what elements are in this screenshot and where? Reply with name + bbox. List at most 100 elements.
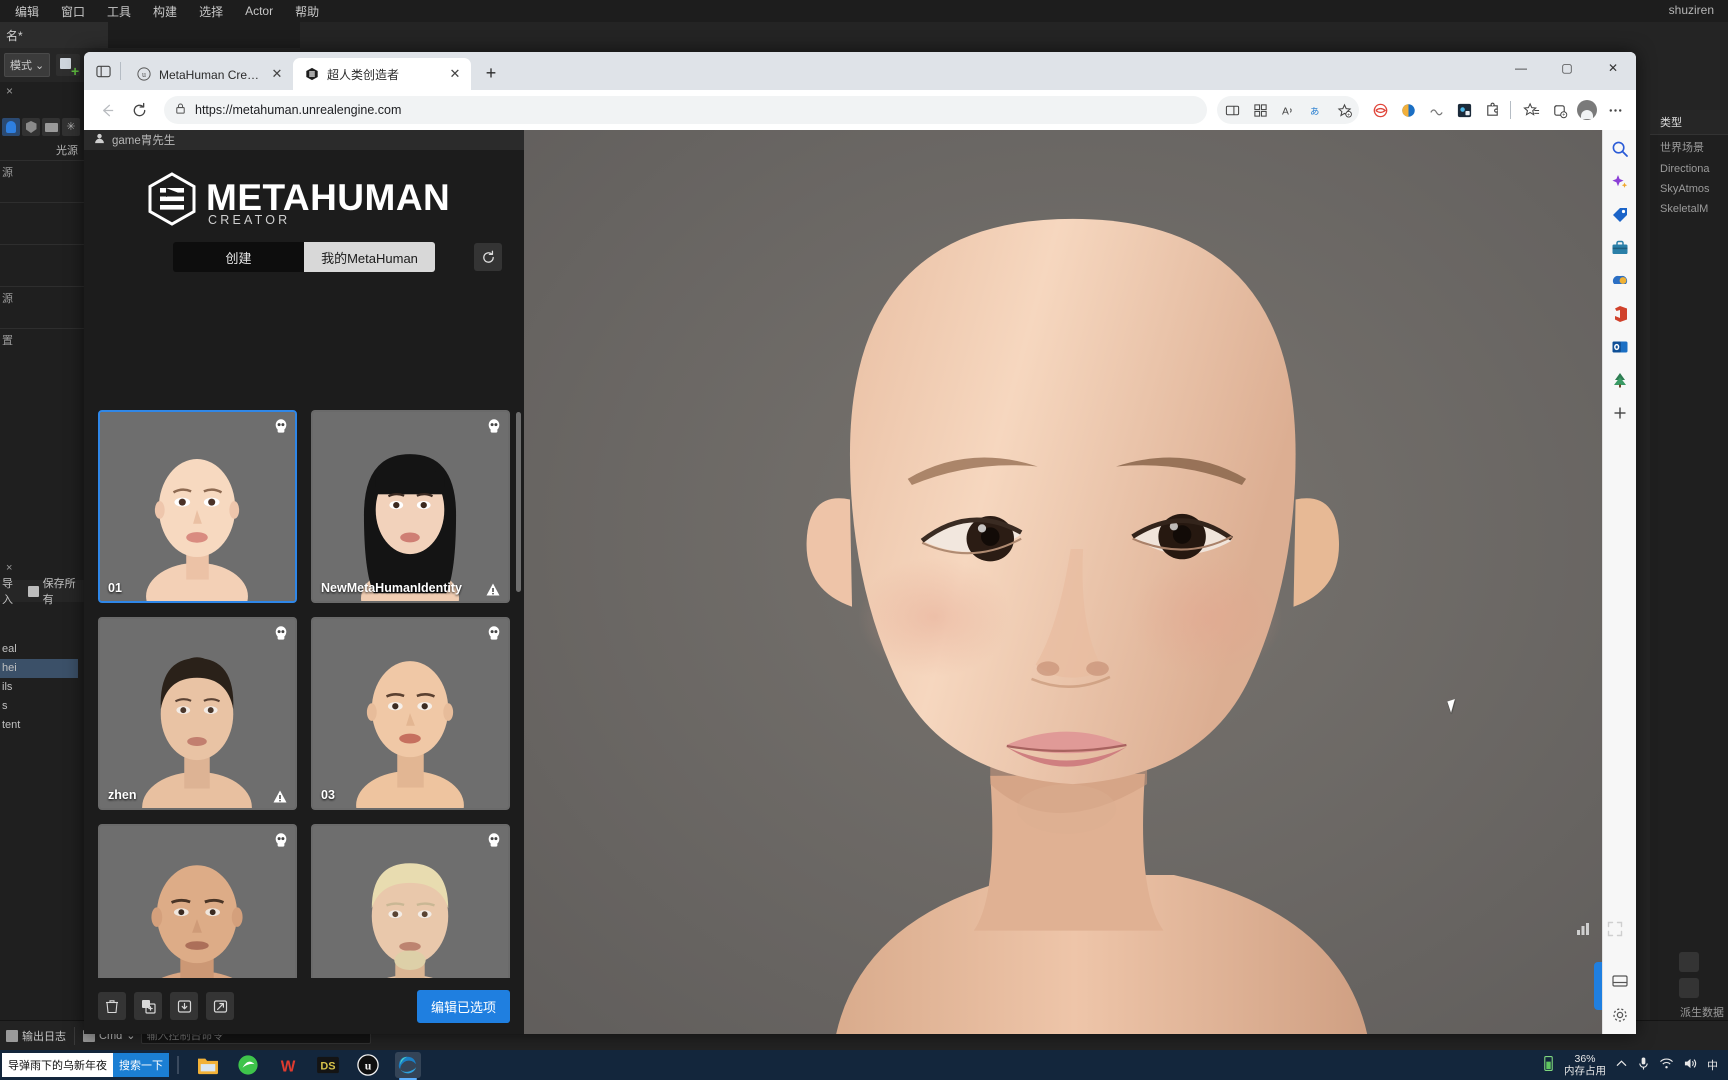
shapes-icon[interactable] — [22, 118, 40, 136]
outliner-item-3[interactable]: SkeletalM — [1650, 199, 1728, 219]
outliner-item-1[interactable]: Directiona — [1650, 159, 1728, 179]
screenshot-icon[interactable] — [1451, 97, 1477, 123]
outlook-icon[interactable] — [1609, 336, 1631, 358]
metahuman-card-03[interactable]: 03 — [311, 617, 510, 810]
download-button[interactable] — [170, 992, 198, 1020]
tab-actions-icon[interactable]: + — [1546, 97, 1572, 123]
reload-icon[interactable] — [124, 95, 154, 125]
chevron-up-icon[interactable] — [1615, 1057, 1628, 1073]
metahuman-card-01[interactable]: 01 — [98, 410, 297, 603]
ue-lp-row-4[interactable]: 源 — [2, 290, 13, 306]
ue-level-tab[interactable]: 名* — [0, 22, 108, 48]
profile-avatar[interactable] — [1574, 97, 1600, 123]
close-window-button[interactable]: ✕ — [1590, 52, 1636, 84]
tree-item-4[interactable]: tent — [0, 716, 78, 735]
tree-item-1[interactable]: hei — [0, 659, 78, 678]
tree-item-0[interactable]: eal — [0, 640, 78, 659]
settings-gear-icon[interactable] — [1679, 978, 1699, 998]
browser-essentials-icon[interactable] — [1395, 97, 1421, 123]
duplicate-button[interactable] — [134, 992, 162, 1020]
tree-item-3[interactable]: s — [0, 697, 78, 716]
ue-menu-tools[interactable]: 工具 — [96, 1, 142, 22]
wifi-icon[interactable] — [1659, 1057, 1674, 1073]
file-explorer-icon[interactable] — [195, 1052, 221, 1078]
outliner-item-2[interactable]: SkyAtmos — [1650, 179, 1728, 199]
outliner-item-0[interactable]: 世界场景 — [1650, 135, 1728, 159]
tab-sidebar-icon[interactable] — [88, 56, 118, 86]
ime-indicator[interactable]: 中 — [1707, 1057, 1718, 1073]
metahuman-card-grid-wrap[interactable]: 01 NewMetaHumanIdentity zhen 03 — [84, 410, 524, 978]
extensions-icon[interactable] — [1479, 97, 1505, 123]
browser-icon[interactable] — [235, 1052, 261, 1078]
ds-icon[interactable]: DS — [315, 1052, 341, 1078]
scrollbar-thumb[interactable] — [516, 412, 521, 592]
unreal-engine-icon[interactable]: u — [355, 1052, 381, 1078]
add-icon[interactable] — [1609, 402, 1631, 424]
visual-effects-icon[interactable]: ✳ — [62, 118, 80, 136]
read-aloud-icon[interactable]: A — [1275, 97, 1301, 123]
metahuman-card-zhen[interactable]: zhen — [98, 617, 297, 810]
ue-menu-select[interactable]: 选择 — [188, 1, 234, 22]
favorites-icon[interactable] — [1518, 97, 1544, 123]
settings-gear-icon[interactable] — [1609, 1004, 1631, 1026]
games-icon[interactable] — [1609, 270, 1631, 292]
browser-tab-1[interactable]: 超人类创造者 ✕ — [293, 58, 471, 90]
tools-icon[interactable] — [1609, 237, 1631, 259]
screenshot-icon[interactable] — [1679, 952, 1699, 972]
office-icon[interactable] — [1609, 303, 1631, 325]
ue-lp-row-0[interactable]: 源 — [2, 164, 13, 180]
close-icon[interactable]: ✕ — [447, 66, 463, 82]
taskbar-news-widget[interactable]: 导弹雨下的乌新年夜 搜索一下 — [2, 1051, 169, 1079]
ue-mode-dropdown[interactable]: 模式 ⌄ — [4, 53, 51, 77]
edit-selected-button[interactable]: 编辑已选项 — [416, 989, 510, 1023]
settings-more-icon[interactable] — [1602, 97, 1628, 123]
metahuman-card-newmetahumanidentity[interactable]: NewMetaHumanIdentity — [311, 410, 510, 603]
drop-icon[interactable] — [1423, 97, 1449, 123]
close-icon[interactable]: ✕ — [269, 66, 285, 82]
search-icon[interactable] — [1609, 138, 1631, 160]
wps-icon[interactable]: W — [275, 1052, 301, 1078]
split-pane-icon[interactable] — [1609, 970, 1631, 992]
tree-icon[interactable] — [1609, 369, 1631, 391]
shopping-tag-icon[interactable] — [1609, 204, 1631, 226]
translate-icon[interactable]: あ — [1303, 97, 1329, 123]
tab-my-metahuman[interactable]: 我的MetaHuman — [304, 242, 435, 272]
edge-icon[interactable] — [395, 1052, 421, 1080]
ue-menu-help[interactable]: 帮助 — [284, 1, 330, 22]
export-button[interactable] — [206, 992, 234, 1020]
search-button[interactable]: 搜索一下 — [113, 1053, 169, 1077]
new-tab-button[interactable]: + — [477, 59, 505, 87]
ue-menu-build[interactable]: 构建 — [142, 1, 188, 22]
light-icon[interactable] — [2, 118, 20, 136]
browser-tab-0[interactable]: u MetaHuman Creator | 虚幻引擎 ✕ — [125, 58, 293, 90]
cinematic-icon[interactable] — [42, 118, 60, 136]
output-log-button[interactable]: 输出日志 — [6, 1028, 66, 1044]
tab-create[interactable]: 创建 — [173, 242, 304, 272]
minimize-button[interactable]: — — [1498, 52, 1544, 84]
metahuman-card-js[interactable]: JS — [311, 824, 510, 978]
ue-content-browser-close[interactable]: × — [6, 562, 12, 574]
metahuman-card-hudson[interactable]: Hudson — [98, 824, 297, 978]
refresh-icon[interactable] — [474, 243, 502, 271]
ue-add-actor-button[interactable] — [56, 54, 81, 78]
stats-icon[interactable] — [1575, 921, 1591, 942]
ue-user-label[interactable]: shuziren — [1669, 3, 1714, 17]
fullscreen-icon[interactable] — [1607, 921, 1623, 942]
copilot-sparkle-icon[interactable] — [1609, 171, 1631, 193]
metahuman-3d-viewport[interactable]: 1.3.0-23248744 45e96787-07bf-3a55-5c73-4… — [524, 130, 1636, 1034]
news-headline[interactable]: 导弹雨下的乌新年夜 — [2, 1053, 113, 1077]
ue-menu-window[interactable]: 窗口 — [50, 1, 96, 22]
ue-menu-edit[interactable]: 编辑 — [4, 1, 50, 22]
delete-button[interactable] — [98, 992, 126, 1020]
tree-item-2[interactable]: ils — [0, 678, 78, 697]
volume-icon[interactable] — [1683, 1057, 1698, 1073]
copilot-icon[interactable] — [1367, 97, 1393, 123]
ue-menu-actor[interactable]: Actor — [234, 2, 284, 20]
mic-icon[interactable] — [1637, 1056, 1650, 1074]
back-icon[interactable] — [92, 95, 122, 125]
save-all-label[interactable]: 保存所有 — [43, 575, 86, 607]
ue-left-panel-close[interactable]: × — [6, 84, 13, 98]
split-screen-icon[interactable] — [1219, 97, 1245, 123]
add-favorite-icon[interactable]: + — [1331, 97, 1357, 123]
ue-lp-row-5[interactable]: 置 — [2, 332, 13, 348]
